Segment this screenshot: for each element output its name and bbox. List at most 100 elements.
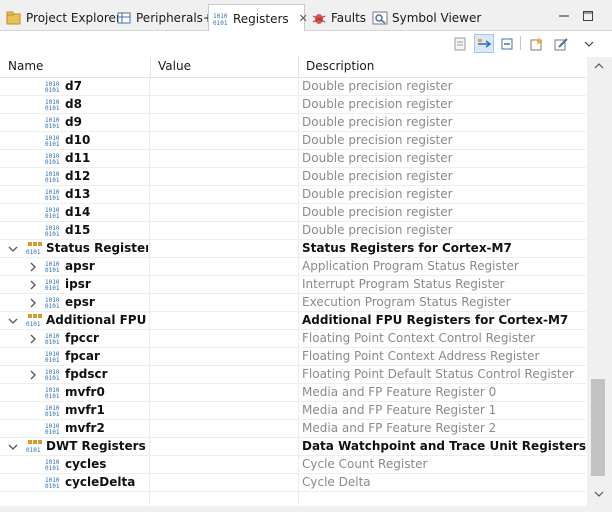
view-menu-icon[interactable] <box>579 34 599 53</box>
register-row[interactable]: 1010 0101 fpccr Floating Point Context Cont… <box>0 330 586 348</box>
description-cell: Double precision register <box>302 187 453 201</box>
name-cell: 1010 0101 mvfr0 <box>0 384 148 401</box>
register-row[interactable]: 1010 0101 ipsr Interrupt Program Status Reg… <box>0 276 586 294</box>
value-cell[interactable] <box>150 438 298 455</box>
description-cell: Cycle Delta <box>302 475 371 489</box>
value-cell[interactable] <box>150 276 298 293</box>
register-row[interactable]: 1010 0101 d15 Double precision register <box>0 222 586 240</box>
scrollbar-thumb[interactable] <box>591 379 605 476</box>
tab-symbol-viewer[interactable]: Symbol Viewer <box>368 5 487 31</box>
table-header: Name Value Description <box>0 57 586 78</box>
register-icon: 1010 0101 <box>45 296 63 310</box>
chevron-right-icon[interactable] <box>28 276 38 293</box>
registers-tree: 1010 0101 d7 Double precision register 1010 0… <box>0 78 586 506</box>
tab-peripherals[interactable]: Peripherals+ <box>112 5 219 31</box>
register-row[interactable]: 1010 0101 d11 Double precision register <box>0 150 586 168</box>
value-cell[interactable] <box>150 456 298 473</box>
name-cell: 1010 0101 d13 <box>0 186 148 203</box>
tab-faults[interactable]: Faults <box>307 5 372 31</box>
minimize-icon[interactable] <box>556 8 572 24</box>
value-cell[interactable] <box>150 150 298 167</box>
tab-project-explorer[interactable]: Project Explorer <box>2 5 127 31</box>
value-cell[interactable] <box>150 348 298 365</box>
register-group-row[interactable]: 0101 Status Registers Status Registers for… <box>0 240 586 258</box>
value-cell[interactable] <box>150 402 298 419</box>
chevron-down-icon[interactable] <box>8 312 18 329</box>
description-cell: Double precision register <box>302 169 453 183</box>
collapse-all-icon[interactable] <box>497 34 517 53</box>
register-row[interactable]: 1010 0101 d7 Double precision register <box>0 78 586 96</box>
value-cell[interactable] <box>150 474 298 491</box>
value-cell[interactable] <box>150 114 298 131</box>
description-cell: Double precision register <box>302 205 453 219</box>
register-row[interactable]: 1010 0101 d13 Double precision register <box>0 186 586 204</box>
value-cell[interactable] <box>150 240 298 257</box>
column-header-description[interactable]: Description <box>298 57 586 77</box>
register-row[interactable]: 1010 0101 mvfr1 Media and FP Feature Regist… <box>0 402 586 420</box>
value-cell[interactable] <box>150 132 298 149</box>
value-cell[interactable] <box>150 384 298 401</box>
description-cell: Data Watchpoint and Trace Unit Registers <box>302 439 586 453</box>
register-group-row[interactable]: 0101 DWT Registers Data Watchpoint and Tra… <box>0 438 586 456</box>
tab-label: Peripherals+ <box>136 11 213 25</box>
edit-group-icon[interactable] <box>551 34 571 53</box>
name-cell: 1010 0101 d9 <box>0 114 148 131</box>
register-row[interactable]: 1010 0101 d9 Double precision register <box>0 114 586 132</box>
register-row[interactable]: 1010 0101 fpdscr Floating Point Default Sta… <box>0 366 586 384</box>
tab-registers[interactable]: 1010 0101 Registers ✕ <box>208 4 308 32</box>
value-cell[interactable] <box>150 420 298 437</box>
register-row[interactable]: 1010 0101 cycles Cycle Count Register <box>0 456 586 474</box>
chevron-down-icon[interactable] <box>8 240 18 257</box>
horizontal-scrollbar[interactable] <box>0 506 612 512</box>
chevron-right-icon[interactable] <box>28 258 38 275</box>
chevron-right-icon[interactable] <box>28 294 38 311</box>
register-row[interactable]: 1010 0101 d14 Double precision register <box>0 204 586 222</box>
register-group-row[interactable]: 0101 Additional FPU Reg Additional FPU Reg… <box>0 312 586 330</box>
link-icon[interactable] <box>474 34 494 53</box>
chevron-right-icon[interactable] <box>28 330 38 347</box>
description-cell: Status Registers for Cortex-M7 <box>302 241 512 255</box>
name-cell: 1010 0101 mvfr2 <box>0 420 148 437</box>
tree-mode-icon[interactable] <box>450 34 470 53</box>
tab-label: Symbol Viewer <box>392 11 482 25</box>
value-cell[interactable] <box>150 168 298 185</box>
register-row[interactable]: 1010 0101 d8 Double precision register <box>0 96 586 114</box>
register-row[interactable]: 1010 0101 fpcar Floating Point Context Addr… <box>0 348 586 366</box>
svg-text:0101: 0101 <box>45 465 60 471</box>
value-cell[interactable] <box>150 78 298 95</box>
register-row[interactable]: 1010 0101 cycleDelta Cycle Delta <box>0 474 586 492</box>
view-tab-bar: Project Explorer Peripherals+ 1010 0101 R… <box>0 0 612 32</box>
name-cell: 1010 0101 d7 <box>0 78 148 95</box>
svg-text:0101: 0101 <box>45 429 60 435</box>
column-header-name[interactable]: Name <box>0 57 150 77</box>
value-cell[interactable] <box>150 186 298 203</box>
register-name: epsr <box>65 295 95 309</box>
register-row[interactable]: 1010 0101 mvfr0 Media and FP Feature Regist… <box>0 384 586 402</box>
name-cell: 1010 0101 fpcar <box>0 348 148 365</box>
value-cell[interactable] <box>150 330 298 347</box>
register-row[interactable]: 1010 0101 apsr Application Program Status R… <box>0 258 586 276</box>
value-cell[interactable] <box>150 204 298 221</box>
register-icon: 1010 0101 <box>45 278 63 292</box>
value-cell[interactable] <box>150 96 298 113</box>
value-cell[interactable] <box>150 222 298 239</box>
svg-text:0101: 0101 <box>45 231 60 237</box>
scroll-up-icon[interactable] <box>594 61 604 71</box>
value-cell[interactable] <box>150 258 298 275</box>
chevron-down-icon[interactable] <box>8 438 18 455</box>
vertical-scrollbar[interactable] <box>587 57 612 506</box>
chevron-right-icon[interactable] <box>28 366 38 383</box>
register-row[interactable]: 1010 0101 d12 Double precision register <box>0 168 586 186</box>
scroll-down-icon[interactable] <box>594 489 604 499</box>
register-row[interactable]: 1010 0101 d10 Double precision register <box>0 132 586 150</box>
value-cell[interactable] <box>150 366 298 383</box>
value-cell[interactable] <box>150 294 298 311</box>
value-cell[interactable] <box>150 312 298 329</box>
maximize-icon[interactable] <box>580 8 596 24</box>
column-header-value[interactable]: Value <box>150 57 298 77</box>
register-row[interactable]: 1010 0101 epsr Execution Program Status Reg… <box>0 294 586 312</box>
register-name: cycleDelta <box>65 475 136 489</box>
register-group-name: Status Registers <box>46 241 148 255</box>
register-row[interactable]: 1010 0101 mvfr2 Media and FP Feature Regist… <box>0 420 586 438</box>
new-group-icon[interactable] <box>527 34 547 53</box>
